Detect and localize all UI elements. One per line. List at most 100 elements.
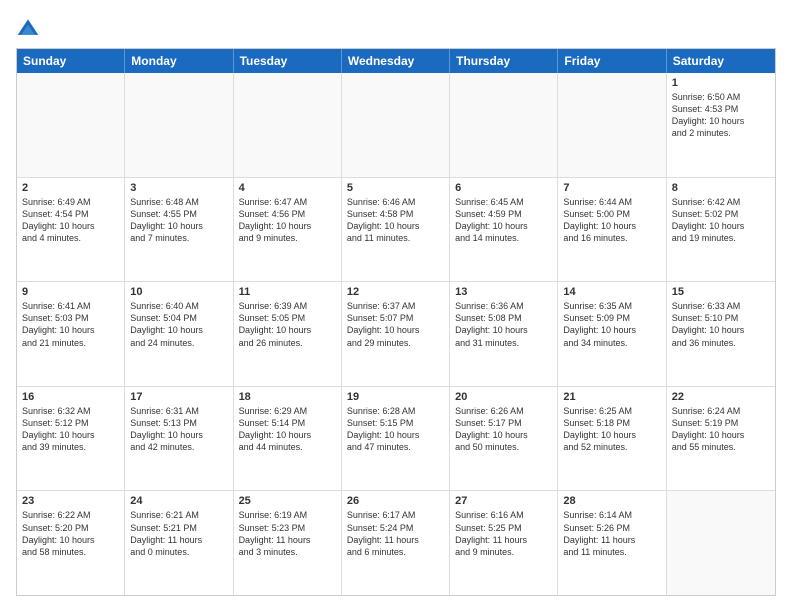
day-info: Sunrise: 6:35 AM Sunset: 5:09 PM Dayligh… [563,300,660,349]
calendar-cell: 15 Sunrise: 6:33 AM Sunset: 5:10 PM Dayli… [667,282,775,386]
day-info: Sunrise: 6:16 AM Sunset: 5:25 PM Dayligh… [455,509,552,558]
cal-header-day: Monday [125,49,233,73]
calendar-cell: 23 Sunrise: 6:22 AM Sunset: 5:20 PM Dayli… [17,491,125,595]
calendar-cell: 25 Sunrise: 6:19 AM Sunset: 5:23 PM Dayli… [234,491,342,595]
day-number: 15 [672,286,770,298]
day-info: Sunrise: 6:40 AM Sunset: 5:04 PM Dayligh… [130,300,227,349]
day-info: Sunrise: 6:37 AM Sunset: 5:07 PM Dayligh… [347,300,444,349]
cal-header-day: Sunday [17,49,125,73]
calendar-row: 2 Sunrise: 6:49 AM Sunset: 4:54 PM Daylig… [17,177,775,282]
calendar-cell: 7 Sunrise: 6:44 AM Sunset: 5:00 PM Daylig… [558,178,666,282]
calendar-cell: 18Sunrise: 6:29 AM Sunset: 5:14 PM Dayli… [234,387,342,491]
day-info: Sunrise: 6:49 AM Sunset: 4:54 PM Dayligh… [22,196,119,245]
calendar-cell [17,73,125,177]
day-info: Sunrise: 6:28 AM Sunset: 5:15 PM Dayligh… [347,405,444,454]
calendar-cell: 6 Sunrise: 6:45 AM Sunset: 4:59 PM Daylig… [450,178,558,282]
calendar-cell: 20Sunrise: 6:26 AM Sunset: 5:17 PM Dayli… [450,387,558,491]
day-number: 1 [672,77,770,89]
calendar-cell: 13Sunrise: 6:36 AM Sunset: 5:08 PM Dayli… [450,282,558,386]
day-number: 3 [130,182,227,194]
day-info: Sunrise: 6:45 AM Sunset: 4:59 PM Dayligh… [455,196,552,245]
day-number: 4 [239,182,336,194]
calendar-header: SundayMondayTuesdayWednesdayThursdayFrid… [17,49,775,73]
calendar-cell [342,73,450,177]
calendar-cell [234,73,342,177]
day-info: Sunrise: 6:21 AM Sunset: 5:21 PM Dayligh… [130,509,227,558]
day-number: 11 [239,286,336,298]
day-info: Sunrise: 6:44 AM Sunset: 5:00 PM Dayligh… [563,196,660,245]
calendar-body: 1Sunrise: 6:50 AM Sunset: 4:53 PM Daylig… [17,73,775,595]
day-number: 17 [130,391,227,403]
cal-header-day: Saturday [667,49,775,73]
day-info: Sunrise: 6:42 AM Sunset: 5:02 PM Dayligh… [672,196,770,245]
day-info: Sunrise: 6:25 AM Sunset: 5:18 PM Dayligh… [563,405,660,454]
calendar-cell [125,73,233,177]
calendar-cell [667,491,775,595]
day-number: 19 [347,391,444,403]
day-number: 5 [347,182,444,194]
calendar-cell: 11 Sunrise: 6:39 AM Sunset: 5:05 PM Dayli… [234,282,342,386]
day-info: Sunrise: 6:33 AM Sunset: 5:10 PM Dayligh… [672,300,770,349]
logo-icon [16,16,40,40]
cal-header-day: Wednesday [342,49,450,73]
day-number: 24 [130,495,227,507]
day-info: Sunrise: 6:31 AM Sunset: 5:13 PM Dayligh… [130,405,227,454]
day-number: 6 [455,182,552,194]
calendar-cell: 9 Sunrise: 6:41 AM Sunset: 5:03 PM Daylig… [17,282,125,386]
day-number: 14 [563,286,660,298]
day-number: 8 [672,182,770,194]
day-number: 18 [239,391,336,403]
day-number: 26 [347,495,444,507]
day-number: 28 [563,495,660,507]
day-info: Sunrise: 6:14 AM Sunset: 5:26 PM Dayligh… [563,509,660,558]
day-info: Sunrise: 6:46 AM Sunset: 4:58 PM Dayligh… [347,196,444,245]
calendar-cell: 5 Sunrise: 6:46 AM Sunset: 4:58 PM Daylig… [342,178,450,282]
calendar-row: 9 Sunrise: 6:41 AM Sunset: 5:03 PM Daylig… [17,281,775,386]
header [16,16,776,40]
day-info: Sunrise: 6:32 AM Sunset: 5:12 PM Dayligh… [22,405,119,454]
calendar-cell [558,73,666,177]
day-number: 2 [22,182,119,194]
day-info: Sunrise: 6:39 AM Sunset: 5:05 PM Dayligh… [239,300,336,349]
calendar-cell: 21 Sunrise: 6:25 AM Sunset: 5:18 PM Dayli… [558,387,666,491]
calendar-cell: 22Sunrise: 6:24 AM Sunset: 5:19 PM Dayli… [667,387,775,491]
day-info: Sunrise: 6:24 AM Sunset: 5:19 PM Dayligh… [672,405,770,454]
day-info: Sunrise: 6:41 AM Sunset: 5:03 PM Dayligh… [22,300,119,349]
calendar-cell: 27 Sunrise: 6:16 AM Sunset: 5:25 PM Dayli… [450,491,558,595]
calendar-cell: 19 Sunrise: 6:28 AM Sunset: 5:15 PM Dayli… [342,387,450,491]
day-number: 9 [22,286,119,298]
cal-header-day: Tuesday [234,49,342,73]
calendar-cell [450,73,558,177]
calendar-row: 16 Sunrise: 6:32 AM Sunset: 5:12 PM Dayli… [17,386,775,491]
calendar-row: 23 Sunrise: 6:22 AM Sunset: 5:20 PM Dayli… [17,490,775,595]
page: SundayMondayTuesdayWednesdayThursdayFrid… [0,0,792,612]
calendar-cell: 26 Sunrise: 6:17 AM Sunset: 5:24 PM Dayli… [342,491,450,595]
calendar-cell: 3 Sunrise: 6:48 AM Sunset: 4:55 PM Daylig… [125,178,233,282]
calendar-cell: 4 Sunrise: 6:47 AM Sunset: 4:56 PM Daylig… [234,178,342,282]
day-info: Sunrise: 6:47 AM Sunset: 4:56 PM Dayligh… [239,196,336,245]
calendar-cell: 28 Sunrise: 6:14 AM Sunset: 5:26 PM Dayli… [558,491,666,595]
day-info: Sunrise: 6:22 AM Sunset: 5:20 PM Dayligh… [22,509,119,558]
calendar-row: 1Sunrise: 6:50 AM Sunset: 4:53 PM Daylig… [17,73,775,177]
calendar-cell: 14 Sunrise: 6:35 AM Sunset: 5:09 PM Dayli… [558,282,666,386]
calendar-cell: 12 Sunrise: 6:37 AM Sunset: 5:07 PM Dayli… [342,282,450,386]
calendar-cell: 10 Sunrise: 6:40 AM Sunset: 5:04 PM Dayli… [125,282,233,386]
day-number: 20 [455,391,552,403]
calendar-cell: 8 Sunrise: 6:42 AM Sunset: 5:02 PM Daylig… [667,178,775,282]
day-number: 23 [22,495,119,507]
day-number: 7 [563,182,660,194]
day-number: 21 [563,391,660,403]
day-info: Sunrise: 6:17 AM Sunset: 5:24 PM Dayligh… [347,509,444,558]
calendar-cell: 2 Sunrise: 6:49 AM Sunset: 4:54 PM Daylig… [17,178,125,282]
day-number: 27 [455,495,552,507]
calendar: SundayMondayTuesdayWednesdayThursdayFrid… [16,48,776,596]
day-number: 10 [130,286,227,298]
day-number: 25 [239,495,336,507]
cal-header-day: Thursday [450,49,558,73]
day-number: 13 [455,286,552,298]
day-info: Sunrise: 6:48 AM Sunset: 4:55 PM Dayligh… [130,196,227,245]
day-number: 12 [347,286,444,298]
day-number: 16 [22,391,119,403]
day-info: Sunrise: 6:19 AM Sunset: 5:23 PM Dayligh… [239,509,336,558]
calendar-cell: 24 Sunrise: 6:21 AM Sunset: 5:21 PM Dayli… [125,491,233,595]
